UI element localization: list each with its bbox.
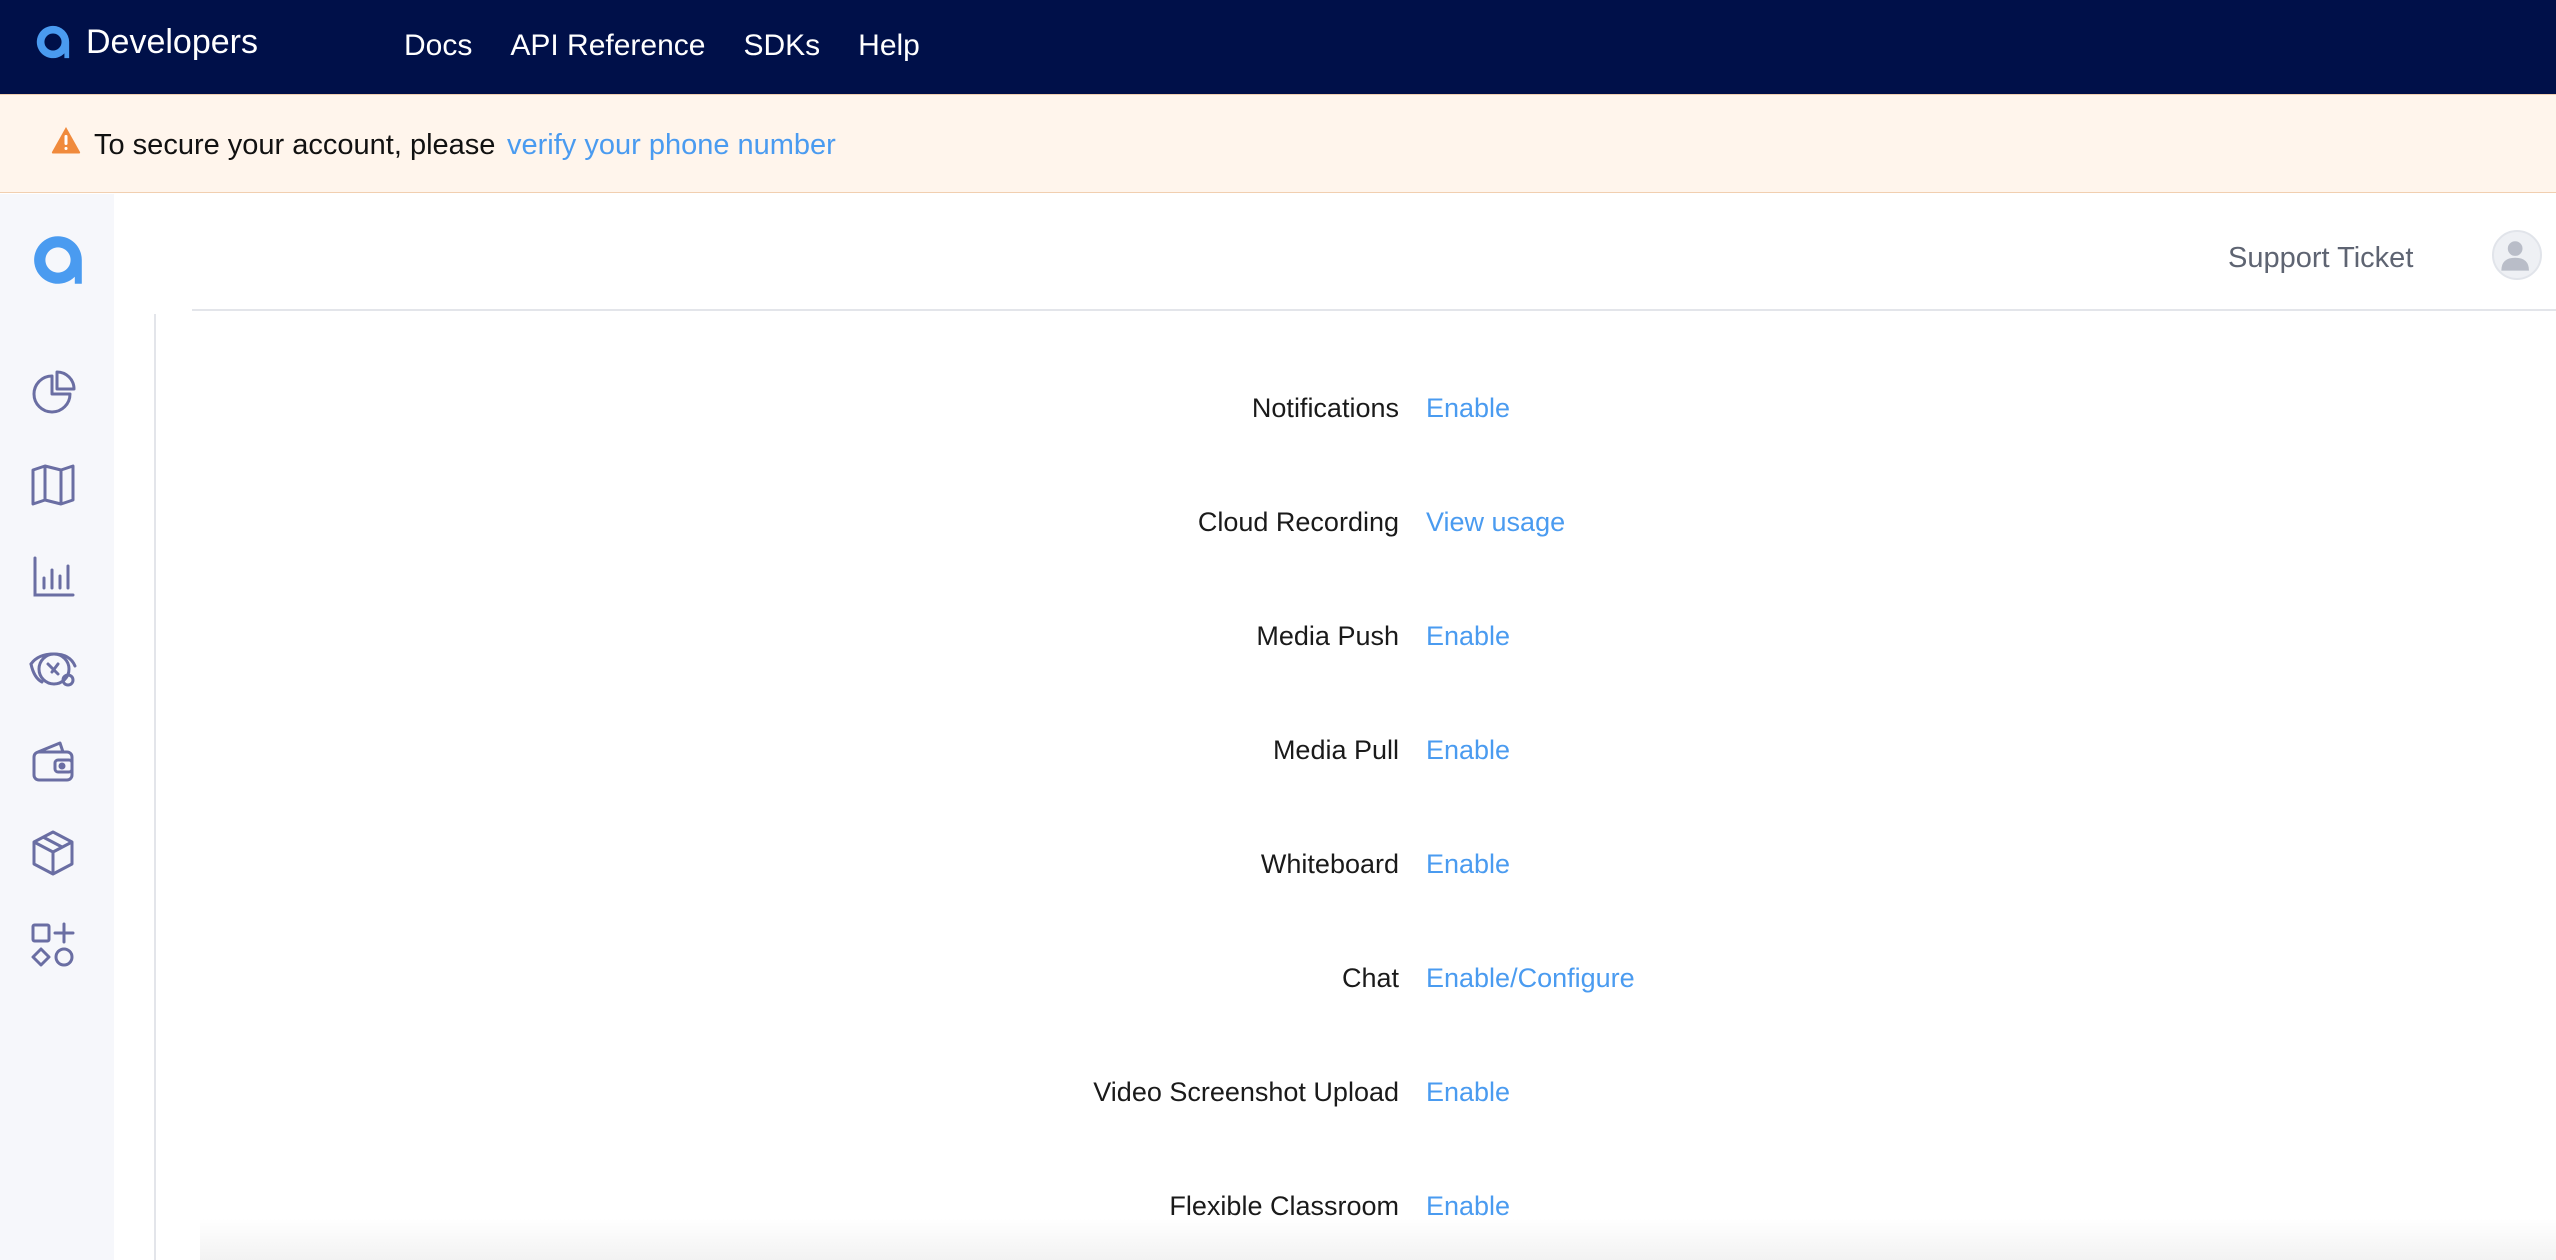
nav-docs[interactable]: Docs	[404, 24, 472, 68]
feature-label: Media Pull	[1272, 735, 1399, 765]
feature-label: Media Push	[1256, 621, 1399, 651]
bottom-shadow	[200, 1218, 2556, 1260]
enable-media-push-link[interactable]: Enable	[1426, 616, 1510, 656]
feature-label: Notifications	[1251, 393, 1399, 423]
feature-row-cloud-recording: Cloud Recording View usage	[0, 502, 2556, 542]
feature-row-chat: Chat Enable/Configure	[0, 958, 2556, 998]
content-divider	[154, 314, 156, 1260]
enable-configure-chat-link[interactable]: Enable/Configure	[1426, 958, 1635, 998]
support-ticket-link[interactable]: Support Ticket	[2228, 240, 2413, 276]
verification-banner: To secure your account, please verify yo…	[0, 94, 2556, 193]
view-usage-link[interactable]: View usage	[1426, 502, 1565, 542]
brand-name: Developers	[86, 23, 258, 61]
feature-row-media-push: Media Push Enable	[0, 616, 2556, 656]
feature-label: Video Screenshot Upload	[1093, 1077, 1399, 1107]
feature-row-whiteboard: Whiteboard Enable	[0, 844, 2556, 884]
brand[interactable]: Developers	[34, 20, 258, 64]
nav-help[interactable]: Help	[858, 24, 920, 68]
nav-api-reference[interactable]: API Reference	[510, 24, 705, 68]
enable-notifications-link[interactable]: Enable	[1426, 388, 1510, 428]
user-avatar[interactable]	[2492, 230, 2542, 280]
agora-logo-icon[interactable]	[30, 232, 86, 288]
sidebar-item-usage[interactable]	[26, 550, 80, 604]
feature-row-media-pull: Media Pull Enable	[0, 730, 2556, 770]
agora-logo-icon	[36, 25, 70, 59]
bar-chart-icon	[33, 556, 75, 597]
feature-label: Whiteboard	[1260, 849, 1399, 879]
nav-sdks[interactable]: SDKs	[743, 24, 820, 68]
banner-message: To secure your account, please	[94, 129, 496, 161]
user-avatar-icon	[2501, 241, 2529, 271]
top-navigation-bar: Developers Docs API Reference SDKs Help	[0, 0, 2556, 94]
header-divider	[192, 309, 2556, 311]
feature-label: Chat	[1341, 963, 1399, 993]
verify-phone-link[interactable]: verify your phone number	[507, 127, 836, 163]
warning-icon	[51, 127, 81, 154]
main-nav: Docs API Reference SDKs Help	[404, 24, 958, 68]
feature-row-video-screenshot-upload: Video Screenshot Upload Enable	[0, 1072, 2556, 1112]
feature-row-notifications: Notifications Enable	[0, 388, 2556, 428]
feature-label: Cloud Recording	[1197, 507, 1399, 537]
enable-video-screenshot-upload-link[interactable]: Enable	[1426, 1072, 1510, 1112]
enable-media-pull-link[interactable]: Enable	[1426, 730, 1510, 770]
enable-whiteboard-link[interactable]: Enable	[1426, 844, 1510, 884]
